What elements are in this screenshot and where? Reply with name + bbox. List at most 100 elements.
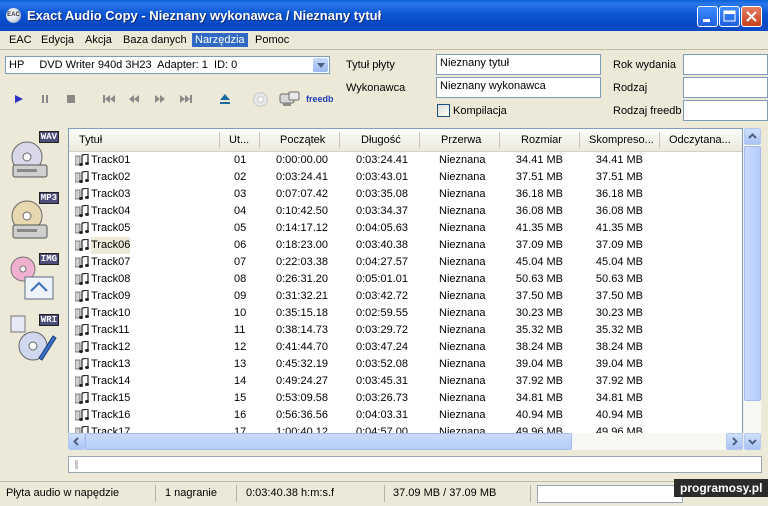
vertical-scrollbar[interactable] — [743, 128, 761, 450]
track-row[interactable]: Track05 05 0:14:17.12 0:04:05.63 Nieznana 41.… — [69, 220, 742, 237]
menu-narzedzia[interactable]: Narzędzia — [192, 33, 248, 47]
track-comp: 34.81 MB — [595, 392, 643, 404]
track-row[interactable]: Track08 08 0:26:31.20 0:05:01.01 Nieznana 50.… — [69, 271, 742, 288]
slider-knob[interactable] — [75, 460, 78, 469]
scroll-left-button[interactable] — [68, 433, 85, 450]
track-row[interactable]: Track04 04 0:10:42.50 0:03:34.37 Nieznana 36.… — [69, 203, 742, 220]
playback-position-slider[interactable] — [68, 456, 762, 473]
track-row[interactable]: Track16 16 0:56:36.56 0:04:03.31 Nieznana 40.… — [69, 407, 742, 424]
col-compressed[interactable]: Skompreso... — [589, 129, 654, 151]
freedb-button[interactable]: freedb — [306, 94, 334, 104]
track-size: 37.09 MB — [515, 239, 563, 251]
track-comp: 50.63 MB — [595, 273, 643, 285]
track-row[interactable]: Track11 11 0:38:14.73 0:03:29.72 Nieznana 35.… — [69, 322, 742, 339]
column-divider[interactable] — [659, 132, 660, 148]
pause-button[interactable] — [37, 91, 53, 107]
play-button[interactable] — [11, 91, 27, 107]
column-divider[interactable] — [419, 132, 420, 148]
track-gap: Nieznana — [439, 409, 486, 421]
chevron-down-icon[interactable] — [313, 58, 328, 72]
network-icon[interactable] — [279, 90, 301, 108]
eac-app-icon[interactable]: EAC — [6, 8, 21, 23]
track-row[interactable]: Track07 07 0:22:03.38 0:04:27.57 Nieznana 45.… — [69, 254, 742, 271]
column-divider[interactable] — [259, 132, 260, 148]
track-gap: Nieznana — [439, 392, 486, 404]
track-row[interactable]: Track15 15 0:53:09.58 0:03:26.73 Nieznana 34.… — [69, 390, 742, 407]
write-cd-button[interactable]: WRI — [9, 314, 59, 364]
previous-track-button[interactable] — [101, 91, 117, 107]
track-row[interactable]: Track12 12 0:41:44.70 0:03:47.24 Nieznana 38.… — [69, 339, 742, 356]
column-divider[interactable] — [339, 132, 340, 148]
col-track-number[interactable]: Ut... — [229, 129, 249, 151]
scroll-right-button[interactable] — [726, 433, 743, 450]
menu-eac[interactable]: EAC — [6, 33, 35, 47]
scroll-down-button[interactable] — [744, 433, 761, 450]
drive-select-value: HP DVD Writer 940d 3H23 Adapter: 1 ID: 0 — [9, 59, 238, 71]
track-row[interactable]: Track02 02 0:03:24.41 0:03:43.01 Nieznana 37.… — [69, 169, 742, 186]
track-row[interactable]: Track03 03 0:07:07.42 0:03:35.08 Nieznana 36.… — [69, 186, 742, 203]
track-start: 0:49:24.27 — [276, 375, 328, 387]
track-num: 02 — [234, 171, 247, 183]
horizontal-scrollbar[interactable] — [68, 433, 743, 450]
track-len: 0:03:29.72 — [356, 324, 408, 336]
copy-wav-button[interactable]: WAV — [9, 131, 59, 181]
freedb-genre-input[interactable] — [683, 100, 768, 121]
album-title-input[interactable]: Nieznany tytuł — [436, 54, 601, 75]
col-size[interactable]: Rozmiar — [521, 129, 562, 151]
col-title[interactable]: Tytuł — [79, 129, 102, 151]
track-row[interactable]: Track10 10 0:35:15.18 0:02:59.55 Nieznana 30.… — [69, 305, 742, 322]
track-row[interactable]: Track06 06 0:18:23.00 0:03:40.38 Nieznana 37.… — [69, 237, 742, 254]
menu-akcja[interactable]: Akcja — [82, 33, 115, 47]
horizontal-scroll-thumb[interactable] — [85, 433, 572, 450]
track-len: 0:04:03.31 — [356, 409, 408, 421]
rewind-button[interactable] — [126, 91, 142, 107]
chevron-left-icon — [73, 437, 79, 446]
col-length[interactable]: Długość — [361, 129, 401, 151]
col-gap[interactable]: Przerwa — [441, 129, 481, 151]
scroll-thumb[interactable] — [744, 146, 761, 401]
col-read[interactable]: Odczytana... — [669, 129, 731, 151]
track-row[interactable]: Track13 13 0:45:32.19 0:03:52.08 Nieznana 39.… — [69, 356, 742, 373]
track-size: 37.50 MB — [515, 290, 563, 302]
track-size: 37.92 MB — [515, 375, 563, 387]
artist-label: Wykonawca — [346, 82, 406, 94]
audio-track-icon — [75, 154, 89, 166]
track-size: 35.32 MB — [515, 324, 563, 336]
scroll-up-button[interactable] — [744, 128, 761, 145]
track-size: 41.35 MB — [515, 222, 563, 234]
menu-edycja[interactable]: Edycja — [38, 33, 77, 47]
stop-button[interactable] — [63, 91, 79, 107]
minimize-button[interactable] — [697, 6, 718, 27]
fast-forward-button[interactable] — [152, 91, 168, 107]
copy-image-button[interactable]: IMG — [9, 253, 59, 303]
compilation-checkbox[interactable] — [437, 104, 450, 117]
menu-baza-danych[interactable]: Baza danych — [120, 33, 190, 47]
eject-button[interactable] — [217, 91, 233, 107]
genre-label: Rodzaj — [613, 82, 648, 94]
year-input[interactable] — [683, 54, 768, 75]
next-track-button[interactable] — [178, 91, 194, 107]
track-size: 37.51 MB — [515, 171, 563, 183]
cd-info-icon[interactable] — [253, 92, 268, 107]
track-row[interactable]: Track09 09 0:31:32.21 0:03:42.72 Nieznana 37.… — [69, 288, 742, 305]
track-name: Track10 — [91, 307, 131, 319]
track-gap: Nieznana — [439, 188, 486, 200]
track-num: 16 — [234, 409, 247, 421]
drive-select[interactable]: HP DVD Writer 940d 3H23 Adapter: 1 ID: 0 — [5, 56, 330, 74]
close-button[interactable] — [741, 6, 762, 27]
track-list[interactable]: Tytuł Ut... Początek Długość Przerwa Roz… — [68, 128, 743, 450]
column-divider[interactable] — [499, 132, 500, 148]
track-row[interactable]: Track14 14 0:49:24.27 0:03:45.31 Nieznana 37.… — [69, 373, 742, 390]
maximize-button[interactable] — [719, 6, 740, 27]
track-row[interactable]: Track01 01 0:00:00.00 0:03:24.41 Nieznana 34.… — [69, 152, 742, 169]
copy-mp3-button[interactable]: MP3 — [9, 192, 59, 242]
menu-pomoc[interactable]: Pomoc — [252, 33, 292, 47]
genre-input[interactable] — [683, 77, 768, 98]
column-divider[interactable] — [219, 132, 220, 148]
audio-track-icon — [75, 375, 89, 387]
col-start[interactable]: Początek — [280, 129, 325, 151]
title-bar[interactable]: EAC Exact Audio Copy - Nieznany wykonawc… — [0, 0, 768, 31]
artist-input[interactable]: Nieznany wykonawca — [436, 77, 601, 98]
column-divider[interactable] — [579, 132, 580, 148]
track-name: Track09 — [91, 290, 131, 302]
